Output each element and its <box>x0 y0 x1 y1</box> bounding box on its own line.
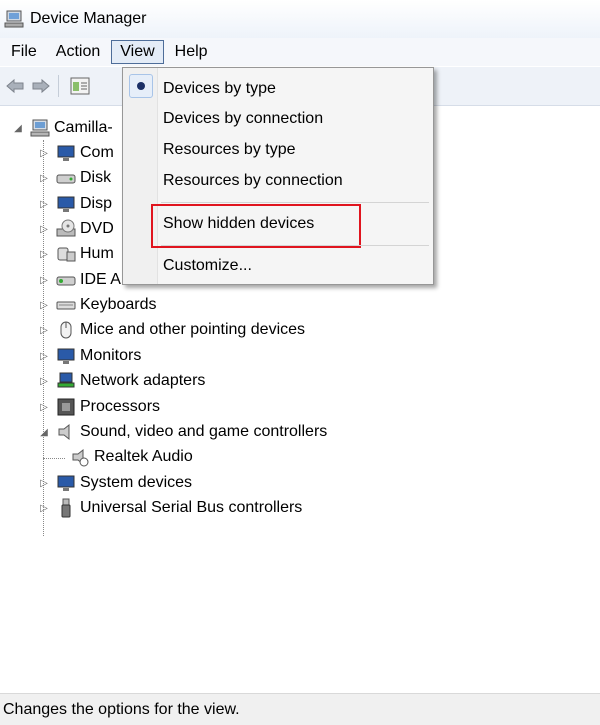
tree-item-label: Sound, video and game controllers <box>80 423 328 440</box>
expand-icon[interactable]: ▷ <box>38 299 50 311</box>
monitor-icon <box>57 475 75 491</box>
window-title: Device Manager <box>30 10 147 27</box>
tree-item-label: Monitors <box>80 347 142 364</box>
menu-separator <box>161 245 429 246</box>
tree-item-label: Processors <box>80 398 161 415</box>
tree-item-label: Hum <box>80 245 114 262</box>
view-menu-dropdown: Devices by type Devices by connection Re… <box>122 67 434 285</box>
hid-icon <box>57 247 76 262</box>
root-label: Camilla- <box>54 119 113 136</box>
expand-icon[interactable]: ▷ <box>38 401 50 413</box>
tree-item-label: DVD <box>80 220 114 237</box>
disk-icon <box>56 174 76 184</box>
tree-item-label: Mice and other pointing devices <box>80 321 306 338</box>
status-bar: Changes the options for the view. <box>0 693 600 725</box>
tree-line <box>43 445 44 458</box>
radio-selected-icon <box>129 74 153 98</box>
menu-item-resources-by-type[interactable]: Resources by type <box>163 137 296 163</box>
monitor-icon <box>57 145 75 161</box>
tree-item[interactable]: Realtek Audio <box>64 445 193 469</box>
computer-icon <box>30 119 50 137</box>
tree-item-label: Network adapters <box>80 372 206 389</box>
tree-item[interactable]: ▷ DVD <box>38 217 114 241</box>
menu-item-customize[interactable]: Customize... <box>163 253 252 279</box>
speaker-icon <box>72 448 89 467</box>
tree-item-label: Com <box>80 144 114 161</box>
menu-view[interactable]: View <box>111 40 164 64</box>
tree-item[interactable]: ▷ Network adapters <box>38 369 205 393</box>
tree-item[interactable]: ▷ Disp <box>38 192 112 216</box>
expand-icon[interactable]: ▷ <box>38 274 50 286</box>
tree-item-label: IDE A <box>80 271 121 288</box>
monitor-icon <box>57 348 75 364</box>
status-text: Changes the options for the view. <box>3 700 240 718</box>
tree-item-label: Realtek Audio <box>94 448 193 465</box>
expand-icon[interactable]: ▷ <box>38 477 50 489</box>
collapse-icon[interactable]: ◢ <box>38 426 50 438</box>
menu-item-devices-by-connection[interactable]: Devices by connection <box>163 106 323 132</box>
menu-item-devices-by-type[interactable]: Devices by type <box>163 76 276 102</box>
device-manager-icon <box>4 10 24 28</box>
tree-root[interactable]: ◢ Camilla- <box>12 116 113 140</box>
toolbar-divider <box>58 75 59 97</box>
expand-icon[interactable]: ▷ <box>38 375 50 387</box>
tree-item-label: Universal Serial Bus controllers <box>80 499 303 516</box>
properties-icon <box>70 77 90 95</box>
monitor-icon <box>57 196 75 212</box>
tree-item[interactable]: ▷ Keyboards <box>38 293 157 317</box>
processor-icon <box>57 398 75 416</box>
menu-separator <box>161 202 429 203</box>
tree-item-label: Keyboards <box>80 296 157 313</box>
tree-item[interactable]: ◢ Sound, video and game controllers <box>38 420 327 444</box>
usb-icon <box>61 498 71 518</box>
tree-item-label: Disk <box>80 169 112 186</box>
tree-item[interactable]: ▷ Disk <box>38 166 111 190</box>
menu-help[interactable]: Help <box>167 40 216 64</box>
tree-item[interactable]: ▷ Monitors <box>38 344 141 368</box>
tree-item[interactable]: ▷ Mice and other pointing devices <box>38 318 305 342</box>
menu-bar: File Action View Help <box>0 38 600 66</box>
menu-gutter <box>123 68 158 284</box>
tree-item[interactable]: ▷ System devices <box>38 471 192 495</box>
menu-item-show-hidden-devices[interactable]: Show hidden devices <box>163 211 314 237</box>
mouse-icon <box>60 321 72 339</box>
speaker-icon <box>58 423 70 441</box>
ide-icon <box>56 276 76 286</box>
forward-button[interactable] <box>30 75 52 97</box>
dvd-icon <box>56 219 76 237</box>
menu-action[interactable]: Action <box>48 40 108 64</box>
expand-icon[interactable]: ▷ <box>38 147 50 159</box>
expand-icon[interactable]: ▷ <box>38 324 50 336</box>
back-arrow-icon <box>6 78 24 94</box>
tree-item-label: Disp <box>80 195 113 212</box>
expand-icon[interactable]: ▷ <box>38 350 50 362</box>
title-bar: Device Manager <box>0 0 600 38</box>
collapse-icon[interactable]: ◢ <box>12 122 24 134</box>
tree-item[interactable]: ▷ IDE A <box>38 268 121 292</box>
menu-item-resources-by-connection[interactable]: Resources by connection <box>163 168 343 194</box>
network-icon <box>57 372 75 388</box>
tree-line <box>43 458 65 459</box>
properties-button[interactable] <box>69 75 91 97</box>
keyboard-icon <box>56 301 76 310</box>
tree-item-label: System devices <box>80 474 193 491</box>
expand-icon[interactable]: ▷ <box>38 223 50 235</box>
tree-item[interactable]: ▷ Hum <box>38 242 114 266</box>
expand-icon[interactable]: ▷ <box>38 172 50 184</box>
tree-item[interactable]: ▷ Processors <box>38 395 160 419</box>
expand-icon[interactable]: ▷ <box>38 248 50 260</box>
expand-icon[interactable]: ▷ <box>38 502 50 514</box>
menu-file[interactable]: File <box>3 40 45 64</box>
forward-arrow-icon <box>32 78 50 94</box>
expand-icon[interactable]: ▷ <box>38 198 50 210</box>
back-button[interactable] <box>4 75 26 97</box>
tree-item[interactable]: ▷ Universal Serial Bus controllers <box>38 496 302 520</box>
tree-item[interactable]: ▷ Com <box>38 141 114 165</box>
